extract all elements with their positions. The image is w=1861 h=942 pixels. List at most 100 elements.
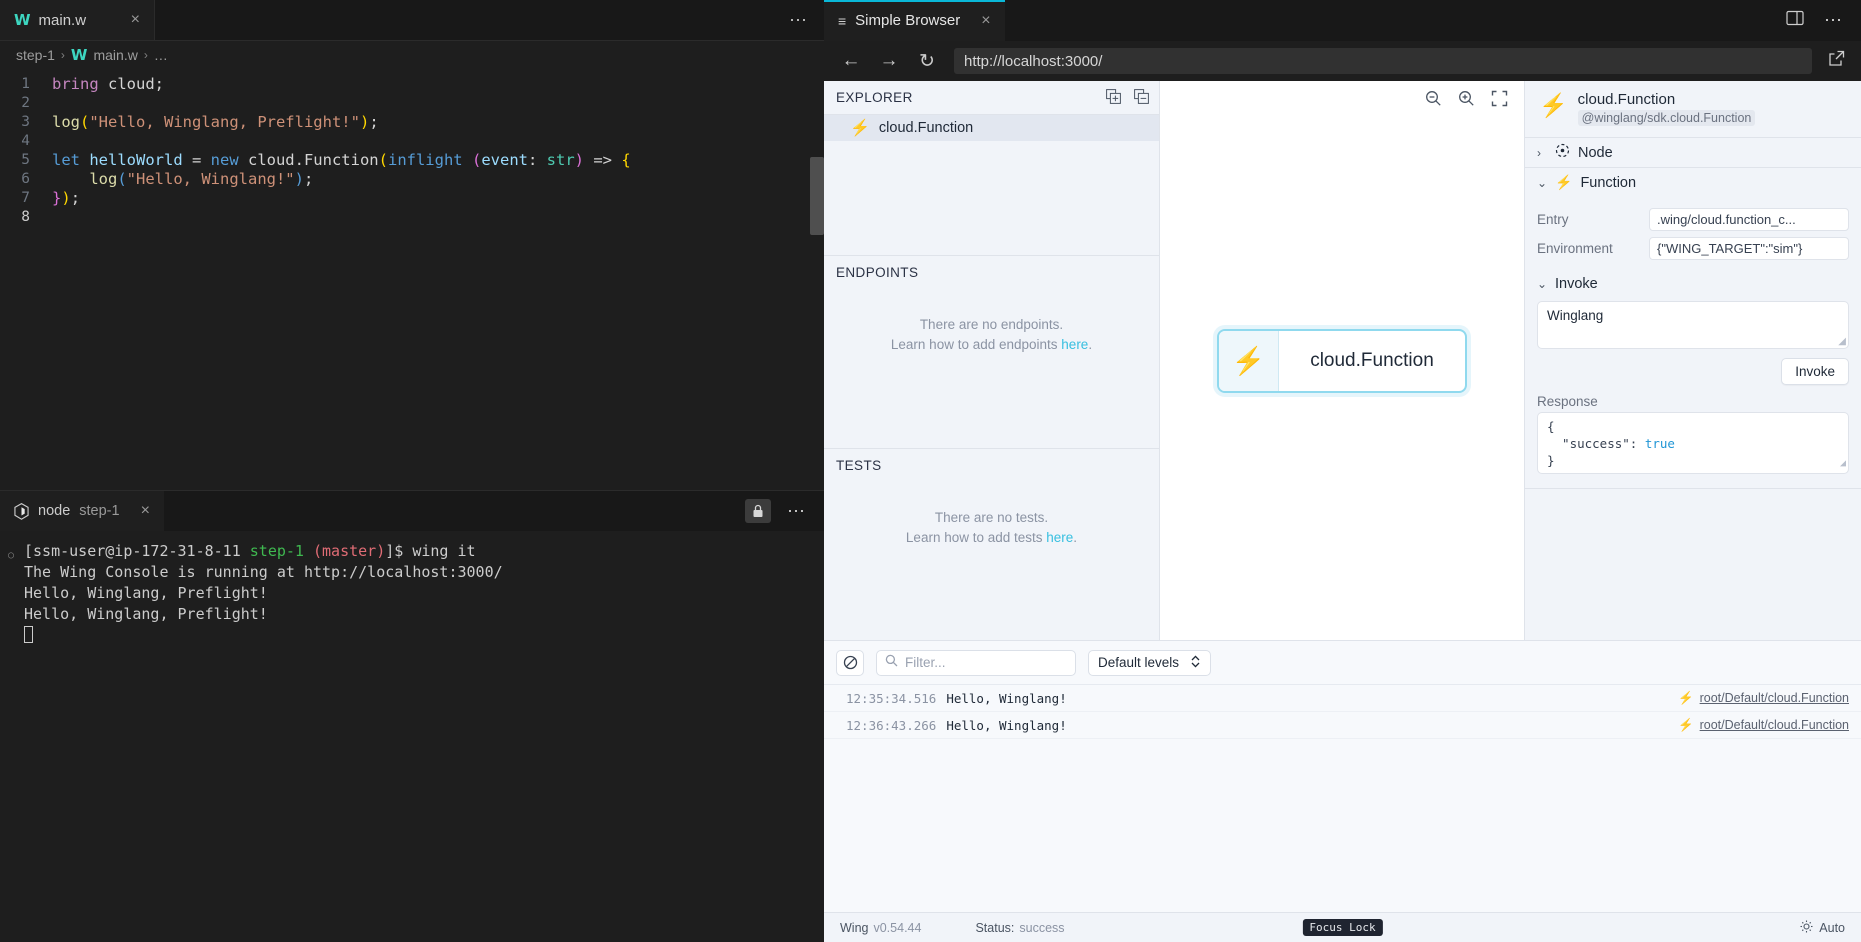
terminal-more-icon[interactable]: ⋯ bbox=[787, 501, 806, 522]
resize-grip-icon[interactable]: ◢ bbox=[1840, 455, 1846, 472]
reload-button[interactable]: ↻ bbox=[916, 50, 938, 73]
browser-tabbar: ≡ Simple Browser × ⋯ bbox=[824, 0, 1861, 41]
split-editor-icon[interactable] bbox=[1786, 10, 1804, 31]
resize-grip-icon[interactable]: ◢ bbox=[1838, 336, 1846, 347]
tests-header: TESTS bbox=[824, 449, 1159, 482]
terminal-panel: node step-1 × ⋯ [ssm-user@ip-172-31-8-11… bbox=[0, 490, 824, 942]
detail-section-node[interactable]: › Node bbox=[1525, 137, 1861, 167]
zoom-in-icon[interactable] bbox=[1458, 90, 1475, 111]
collapse-all-icon[interactable] bbox=[1134, 88, 1149, 107]
terminal-tab-node[interactable]: node step-1 × bbox=[0, 491, 164, 531]
explorer-actions bbox=[1106, 88, 1149, 107]
code-text: log("Hello, Winglang!"); bbox=[89, 170, 314, 188]
detail-field-entry-value[interactable]: .wing/cloud.function_c... bbox=[1649, 208, 1849, 231]
code-line: 1 bring cloud; bbox=[0, 75, 824, 94]
breadcrumb-separator-1: › bbox=[60, 48, 65, 62]
tests-help-link[interactable]: here bbox=[1046, 530, 1073, 545]
collapse-all-glyph bbox=[1134, 88, 1149, 104]
logs-levels-select[interactable]: Default levels bbox=[1088, 649, 1212, 676]
endpoints-title: ENDPOINTS bbox=[836, 265, 919, 280]
explorer-tree: ⚡ cloud.Function bbox=[824, 115, 1159, 141]
chevron-down-icon: ⌄ bbox=[1537, 277, 1548, 291]
line-number: 7 bbox=[21, 190, 30, 206]
tests-empty-line2: Learn how to add tests here. bbox=[824, 528, 1159, 548]
function-bolt-icon: ⚡ bbox=[1678, 717, 1694, 732]
sun-icon bbox=[1800, 920, 1813, 936]
editor-actions-more[interactable]: ⋯ bbox=[789, 0, 824, 40]
editor-tab-main-w[interactable]: W main.w × bbox=[0, 0, 155, 40]
tests-title: TESTS bbox=[836, 458, 882, 473]
zoom-out-icon[interactable] bbox=[1425, 90, 1442, 111]
detail-section-node-label: Node bbox=[1578, 144, 1613, 161]
code-text: }); bbox=[52, 189, 81, 207]
code-line: 8 bbox=[0, 208, 824, 227]
editor-scrollbar[interactable] bbox=[810, 157, 824, 235]
nodejs-icon bbox=[14, 502, 29, 520]
sun-glyph bbox=[1800, 920, 1813, 932]
resource-map-canvas[interactable]: ⚡ cloud.Function bbox=[1160, 81, 1525, 640]
function-bolt-icon: ⚡ bbox=[850, 120, 870, 137]
log-source-link[interactable]: root/Default/cloud.Function bbox=[1700, 718, 1849, 732]
detail-panel-filler bbox=[1525, 488, 1861, 640]
fit-to-screen-icon[interactable] bbox=[1491, 90, 1508, 111]
endpoints-empty-line2: Learn how to add endpoints here. bbox=[824, 335, 1159, 355]
clear-console-icon[interactable] bbox=[836, 649, 864, 676]
back-button[interactable]: ← bbox=[840, 50, 862, 72]
function-bolt-icon: ⚡ bbox=[1219, 330, 1279, 391]
close-icon[interactable]: × bbox=[119, 12, 140, 28]
explorer-empty-space bbox=[824, 141, 1159, 255]
detail-section-function[interactable]: ⌄ ⚡ Function bbox=[1525, 167, 1861, 197]
node-target-glyph bbox=[1555, 143, 1570, 158]
logs-filter-placeholder: Filter... bbox=[905, 655, 946, 670]
breadcrumb-folder[interactable]: step-1 bbox=[16, 47, 55, 63]
detail-field-entry-label: Entry bbox=[1537, 212, 1569, 227]
breadcrumb-more[interactable]: … bbox=[154, 47, 168, 63]
chevron-updown-glyph bbox=[1191, 654, 1200, 668]
detail-field-entry: Entry .wing/cloud.function_c... bbox=[1525, 205, 1861, 234]
terminal-line: [ssm-user@ip-172-31-8-11 step-1 (master)… bbox=[6, 541, 824, 566]
open-external-glyph bbox=[1829, 50, 1845, 66]
forward-button[interactable]: → bbox=[878, 50, 900, 72]
code-text: let helloWorld = new cloud.Function(infl… bbox=[52, 151, 631, 169]
url-text: http://localhost:3000/ bbox=[964, 52, 1103, 70]
response-output[interactable]: { "success": true } ◢ bbox=[1537, 412, 1849, 474]
line-number: 1 bbox=[21, 76, 30, 92]
url-input[interactable]: http://localhost:3000/ bbox=[954, 48, 1812, 74]
close-icon[interactable]: × bbox=[969, 12, 990, 29]
console-statusbar: Wing v0.54.44 Status: success Focus Lock bbox=[824, 912, 1861, 942]
detail-field-environment-value[interactable]: {"WING_TARGET":"sim"} bbox=[1649, 237, 1849, 260]
canvas-node-cloud-function[interactable]: ⚡ cloud.Function bbox=[1217, 328, 1467, 393]
chevron-updown-icon bbox=[1190, 654, 1201, 672]
log-row[interactable]: 12:35:34.516 Hello, Winglang! ⚡ root/Defaul… bbox=[824, 685, 1861, 712]
close-icon[interactable]: × bbox=[129, 503, 150, 519]
logs-filter-input[interactable]: Filter... bbox=[876, 649, 1076, 676]
terminal-output[interactable]: [ssm-user@ip-172-31-8-11 step-1 (master)… bbox=[0, 531, 824, 942]
theme-toggle[interactable]: Auto bbox=[1800, 920, 1845, 936]
log-source[interactable]: ⚡ root/Default/cloud.Function bbox=[1678, 718, 1849, 733]
log-source-link[interactable]: root/Default/cloud.Function bbox=[1700, 691, 1849, 705]
split-editor-glyph bbox=[1786, 10, 1804, 26]
zoom-in-glyph bbox=[1459, 91, 1474, 106]
explorer-header: EXPLORER bbox=[824, 81, 1159, 114]
invoke-button-row: Invoke bbox=[1525, 349, 1861, 385]
code-editor[interactable]: 1 bring cloud; 2 3 log("Hello, Winglang, Pre… bbox=[0, 69, 824, 490]
lock-icon[interactable] bbox=[745, 499, 771, 523]
line-number: 8 bbox=[21, 209, 30, 225]
expand-all-icon[interactable] bbox=[1106, 88, 1121, 107]
log-row[interactable]: 12:36:43.266 Hello, Winglang! ⚡ root/Defaul… bbox=[824, 712, 1861, 739]
detail-section-invoke[interactable]: ⌄ Invoke bbox=[1525, 271, 1861, 297]
console-left-column: EXPLORER ⚡ cloud.Function ENDPOINTS Ther… bbox=[824, 81, 1160, 640]
invoke-button[interactable]: Invoke bbox=[1781, 358, 1849, 385]
breadcrumb-file[interactable]: main.w bbox=[93, 47, 137, 63]
invoke-payload-input[interactable]: Winglang ◢ bbox=[1537, 301, 1849, 349]
tests-section: TESTS There are no tests. Learn how to a… bbox=[824, 449, 1159, 548]
code-line: 7}); bbox=[0, 189, 824, 208]
explorer-item-cloud-function[interactable]: ⚡ cloud.Function bbox=[824, 115, 1159, 141]
browser-more-icon[interactable]: ⋯ bbox=[1824, 10, 1843, 31]
browser-tab-simple-browser[interactable]: ≡ Simple Browser × bbox=[824, 0, 1005, 41]
code-text: log("Hello, Winglang, Preflight!"); bbox=[52, 113, 379, 131]
line-number: 5 bbox=[21, 152, 30, 168]
open-external-icon[interactable] bbox=[1828, 50, 1845, 72]
log-source[interactable]: ⚡ root/Default/cloud.Function bbox=[1678, 691, 1849, 706]
endpoints-help-link[interactable]: here bbox=[1061, 337, 1088, 352]
